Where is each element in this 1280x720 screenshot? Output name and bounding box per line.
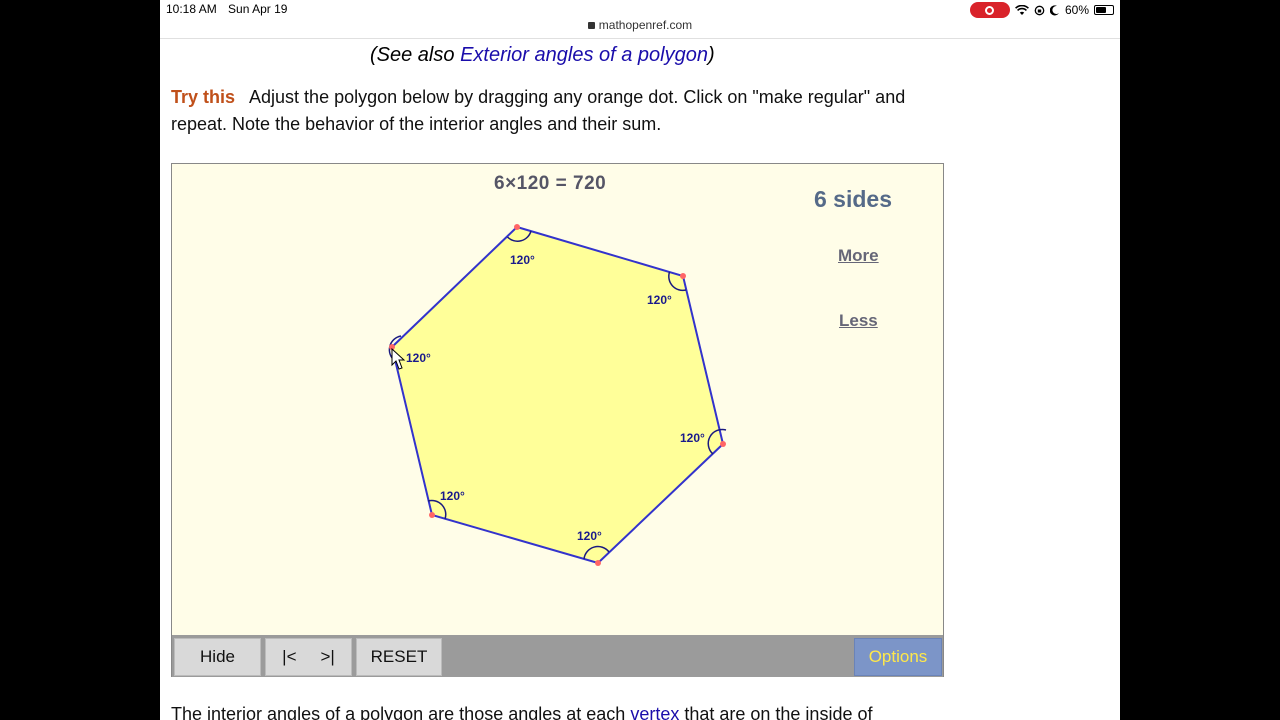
try-this-text: Adjust the polygon below by dragging any… — [171, 87, 906, 134]
vertex-handle[interactable] — [514, 224, 520, 230]
screen-record-icon[interactable] — [969, 2, 1010, 18]
vertex-handle[interactable] — [595, 560, 601, 566]
angle-label: 120° — [680, 431, 705, 445]
lock-icon — [587, 22, 595, 29]
exterior-angles-link[interactable]: Exterior angles of a polygon — [460, 44, 708, 66]
vertex-handle[interactable] — [680, 273, 686, 279]
battery-icon — [1094, 5, 1114, 15]
less-sides-link[interactable]: Less — [839, 311, 878, 331]
options-button[interactable]: Options — [854, 638, 942, 676]
try-this-label: Try this — [171, 87, 236, 107]
see-also-line: (See also Exterior angles of a polygon) — [370, 44, 715, 66]
vertex-handle[interactable] — [720, 441, 726, 447]
polygon-canvas[interactable]: 120° 120° 120° 120° 120° 120° — [172, 164, 943, 634]
angle-sum-formula: 6×120 = 720 — [494, 173, 607, 194]
hide-button[interactable]: Hide — [174, 638, 261, 676]
ipad-screen: 10:18 AM Sun Apr 19 60% mathopenref.com … — [160, 0, 1120, 720]
last-step-button[interactable]: >| — [321, 647, 335, 667]
angle-label: 120° — [406, 351, 431, 365]
status-date: Sun Apr 19 — [228, 2, 288, 16]
vertex-link[interactable]: vertex — [630, 704, 679, 720]
angle-label: 120° — [510, 253, 535, 267]
step-nav-buttons: |< >| — [265, 638, 352, 676]
orientation-lock-icon — [1034, 5, 1045, 15]
wifi-icon — [1015, 4, 1029, 15]
status-bar: 10:18 AM Sun Apr 19 60% — [160, 0, 1120, 20]
hexagon-polygon — [390, 225, 725, 565]
reset-button[interactable]: RESET — [356, 638, 442, 676]
interior-angles-paragraph: The interior angles of a polygon are tho… — [171, 704, 872, 720]
moon-icon — [1049, 4, 1059, 15]
angle-label: 120° — [440, 489, 465, 503]
url-text: mathopenref.com — [598, 18, 693, 32]
try-this-paragraph: Try this Adjust the polygon below by drag… — [171, 84, 951, 138]
sides-count: 6 sides — [814, 186, 892, 212]
angle-label: 120° — [647, 293, 672, 307]
more-sides-link[interactable]: More — [838, 246, 879, 266]
angle-label: 120° — [577, 529, 602, 543]
battery-percent: 60% — [1064, 3, 1089, 17]
applet-toolbar: Hide |< >| RESET Options — [172, 635, 943, 677]
status-time: 10:18 AM — [166, 2, 217, 16]
address-bar[interactable]: mathopenref.com — [160, 18, 1120, 39]
polygon-applet: 120° 120° 120° 120° 120° 120° 6×120 = 72… — [171, 163, 944, 677]
first-step-button[interactable]: |< — [282, 647, 296, 667]
vertex-handle[interactable] — [429, 512, 435, 518]
